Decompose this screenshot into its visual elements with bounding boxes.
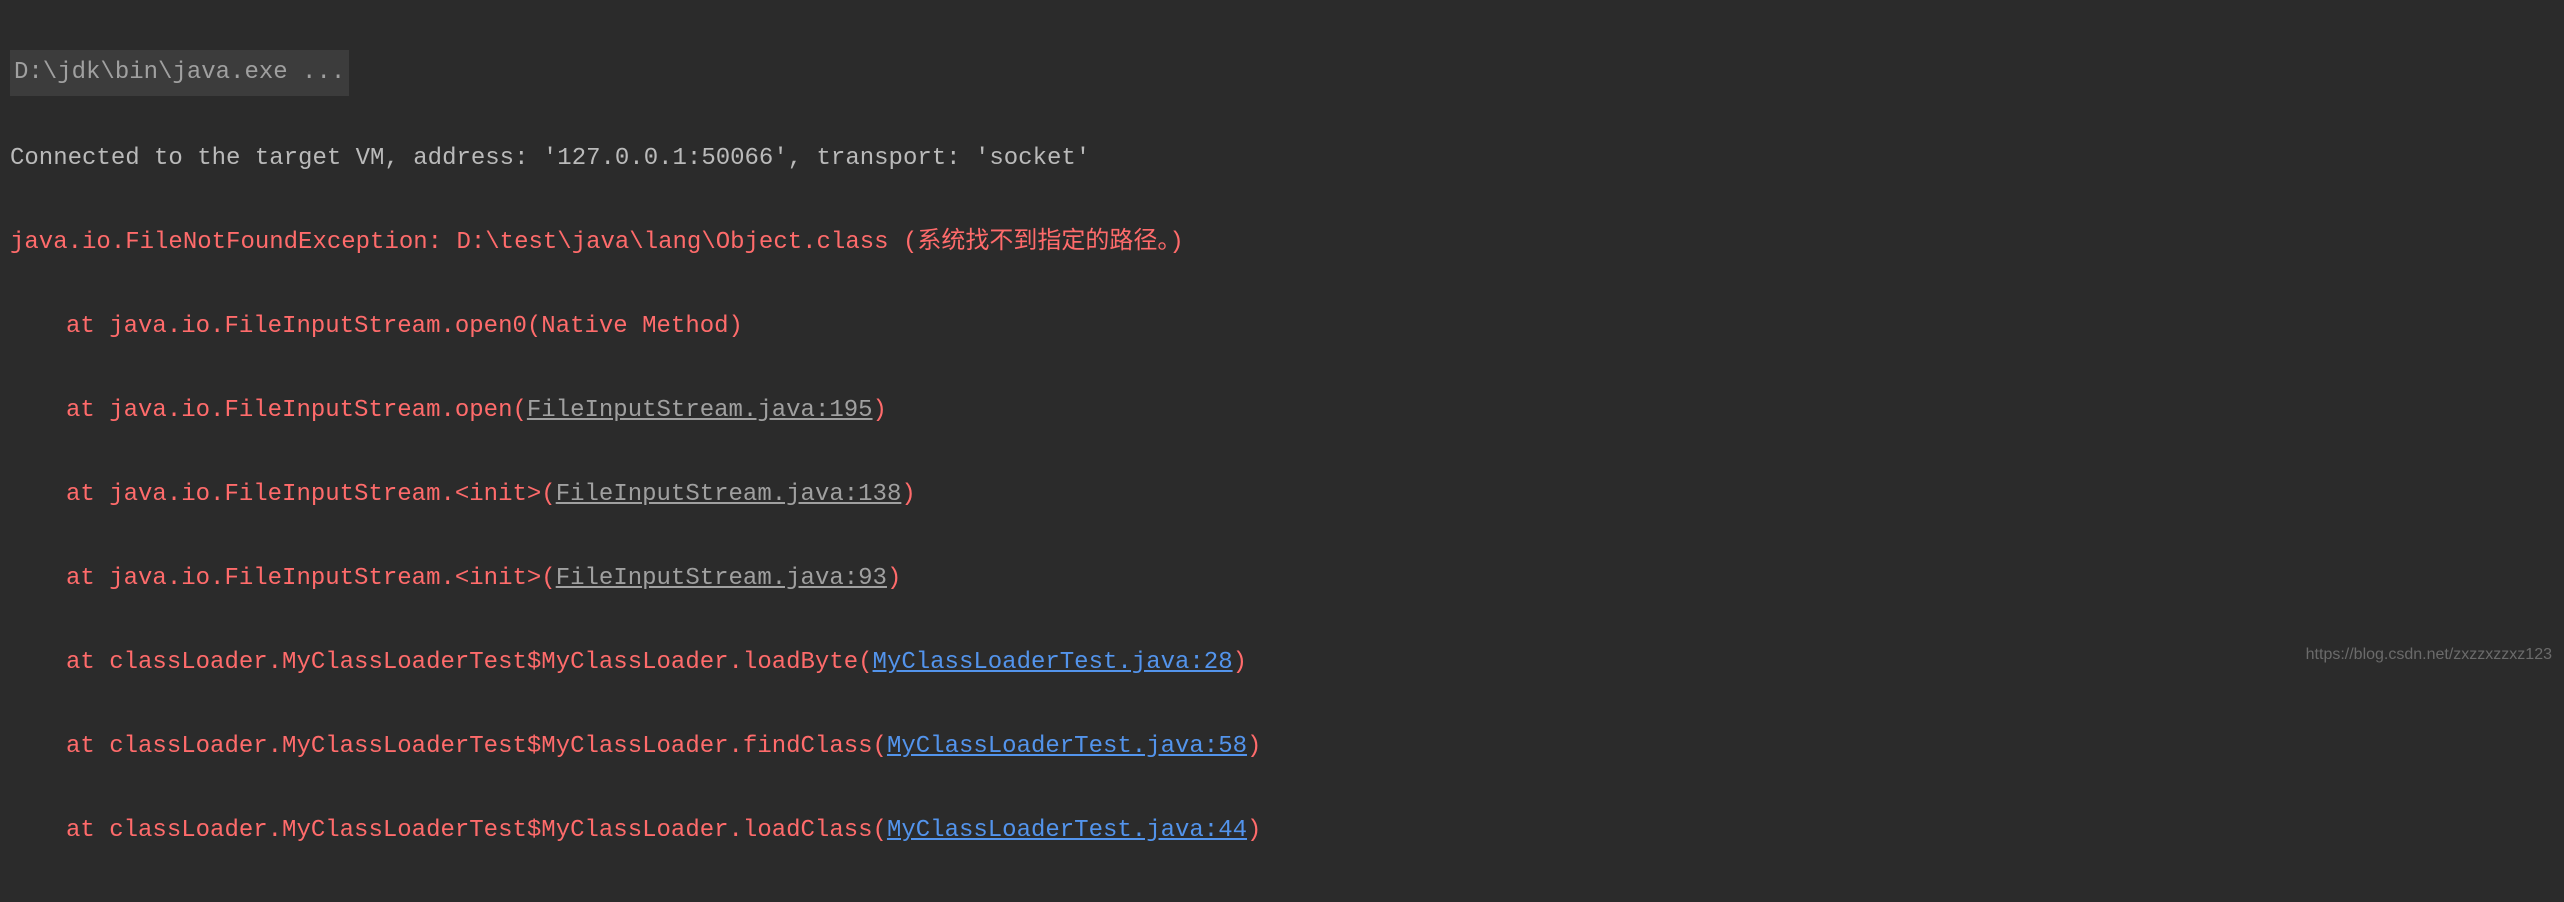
- stack-frame: at java.io.FileInputStream.<init>(FileIn…: [10, 558, 2554, 600]
- command-line[interactable]: D:\jdk\bin\java.exe ...: [10, 50, 349, 96]
- stack-frame: at classLoader.MyClassLoaderTest$MyClass…: [10, 810, 2554, 852]
- source-link[interactable]: MyClassLoaderTest.java:58: [887, 733, 1247, 760]
- watermark: https://blog.csdn.net/zxzzxzzxz123: [2306, 641, 2552, 669]
- source-link[interactable]: FileInputStream.java:93: [556, 565, 887, 592]
- connection-status: Connected to the target VM, address: '12…: [10, 138, 2554, 180]
- stack-frame: at classLoader.MyClassLoaderTest$MyClass…: [10, 642, 2554, 684]
- source-link[interactable]: MyClassLoaderTest.java:28: [873, 649, 1233, 676]
- console-output: D:\jdk\bin\java.exe ... Connected to the…: [0, 0, 2564, 902]
- stack-frame: at java.io.FileInputStream.<init>(FileIn…: [10, 474, 2554, 516]
- exception-message: java.io.FileNotFoundException: D:\test\j…: [10, 222, 2554, 264]
- source-link[interactable]: FileInputStream.java:138: [556, 481, 902, 508]
- source-location: Native Method: [541, 313, 728, 340]
- stack-frame: at java.io.FileInputStream.open(FileInpu…: [10, 390, 2554, 432]
- stack-frame: at java.io.FileInputStream.open0(Native …: [10, 306, 2554, 348]
- stack-frame: at classLoader.MyClassLoaderTest$MyClass…: [10, 726, 2554, 768]
- source-link[interactable]: MyClassLoaderTest.java:44: [887, 817, 1247, 844]
- source-link[interactable]: FileInputStream.java:195: [527, 397, 873, 424]
